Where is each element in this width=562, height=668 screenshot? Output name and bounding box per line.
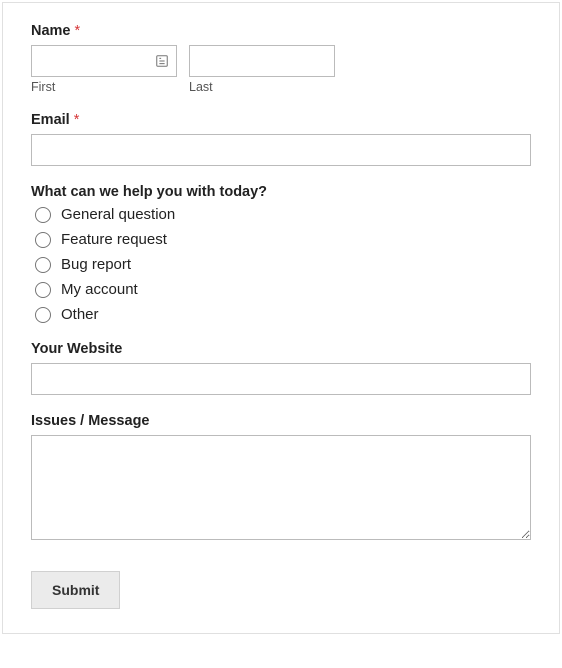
contact-form: Name * First Last	[2, 2, 560, 634]
radio-label[interactable]: Feature request	[61, 231, 167, 248]
last-name-column: Last	[189, 45, 335, 94]
radio-item: Feature request	[31, 231, 531, 248]
radio-label[interactable]: My account	[61, 281, 138, 298]
name-label-text: Name	[31, 23, 71, 39]
email-field: Email *	[31, 112, 531, 166]
first-name-wrapper	[31, 45, 177, 77]
help-topic-radio-group: General question Feature request Bug rep…	[31, 206, 531, 323]
email-label-text: Email	[31, 112, 70, 128]
message-field: Issues / Message	[31, 413, 531, 545]
required-asterisk: *	[74, 112, 80, 128]
radio-item: Other	[31, 306, 531, 323]
radio-label[interactable]: General question	[61, 206, 175, 223]
help-topic-field: What can we help you with today? General…	[31, 184, 531, 323]
email-input[interactable]	[31, 134, 531, 166]
radio-item: My account	[31, 281, 531, 298]
website-field: Your Website	[31, 341, 531, 395]
last-name-input[interactable]	[189, 45, 335, 77]
message-label: Issues / Message	[31, 413, 531, 429]
last-sublabel: Last	[189, 80, 335, 94]
first-sublabel: First	[31, 80, 177, 94]
name-row: First Last	[31, 45, 531, 94]
name-field: Name * First Last	[31, 23, 531, 94]
radio-general-question[interactable]	[35, 207, 51, 223]
name-label: Name *	[31, 23, 531, 39]
first-name-column: First	[31, 45, 177, 94]
radio-feature-request[interactable]	[35, 232, 51, 248]
submit-button[interactable]: Submit	[31, 571, 120, 609]
radio-item: General question	[31, 206, 531, 223]
website-label: Your Website	[31, 341, 531, 357]
required-asterisk: *	[75, 23, 81, 39]
message-textarea[interactable]	[31, 435, 531, 540]
radio-bug-report[interactable]	[35, 257, 51, 273]
first-name-input[interactable]	[31, 45, 177, 77]
radio-item: Bug report	[31, 256, 531, 273]
radio-label[interactable]: Bug report	[61, 256, 131, 273]
radio-other[interactable]	[35, 307, 51, 323]
website-input[interactable]	[31, 363, 531, 395]
radio-my-account[interactable]	[35, 282, 51, 298]
radio-label[interactable]: Other	[61, 306, 99, 323]
help-topic-label: What can we help you with today?	[31, 184, 531, 200]
email-label: Email *	[31, 112, 531, 128]
